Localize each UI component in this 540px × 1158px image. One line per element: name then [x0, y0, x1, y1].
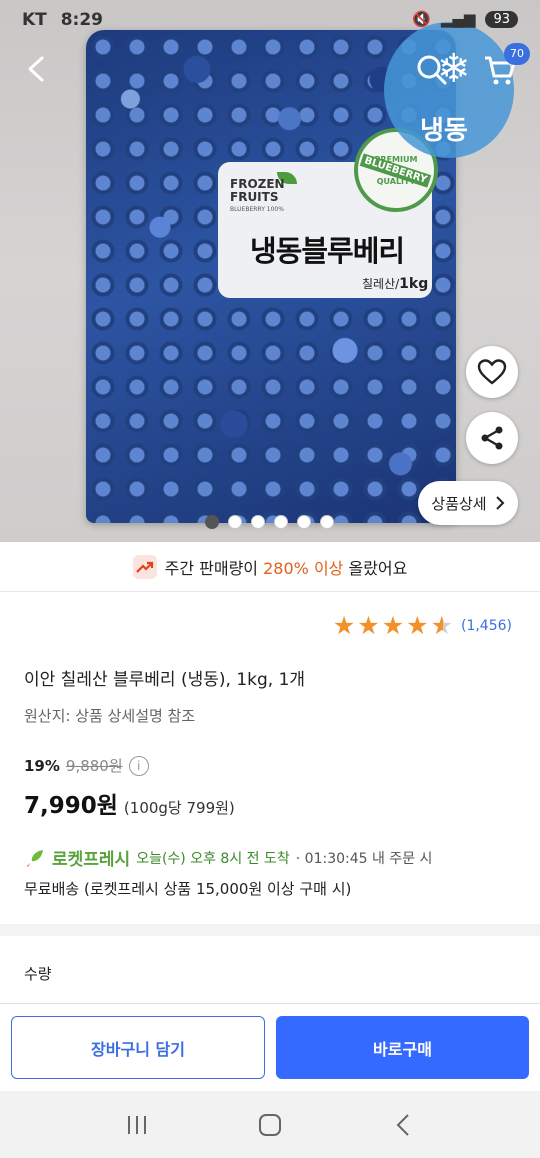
product-detail-label: 상품상세: [431, 494, 487, 513]
back-icon: [396, 1113, 410, 1136]
origin-info: 원산지: 상품 상세설명 참조: [24, 707, 196, 725]
section-divider: [0, 924, 540, 936]
signal-icon: ▂▄▆: [440, 10, 476, 28]
bag-origin: 칠레산/: [362, 277, 400, 291]
cart-count-badge: 70: [504, 43, 530, 65]
star-icon: ★: [406, 611, 429, 640]
buy-now-button[interactable]: 바로구매: [276, 1016, 529, 1079]
bag-product-name: 냉동블루베리: [250, 234, 405, 268]
status-right: 🔇 ▂▄▆ 93: [412, 10, 518, 28]
wishlist-button[interactable]: [466, 346, 518, 398]
order-deadline: · 01:30:45 내 주문 시: [295, 850, 433, 867]
recent-apps-button[interactable]: [117, 1105, 157, 1145]
status-left: KT 8:29: [22, 10, 111, 30]
battery-indicator: 93: [485, 10, 518, 28]
rocket-fresh-brand: 로켓프레시: [52, 850, 131, 870]
delivery-row: 로켓프레시 오늘(수) 오후 8시 전 도착 · 01:30:45 내 주문 시: [24, 845, 432, 870]
carousel-dot[interactable]: [228, 515, 242, 529]
carousel-dot[interactable]: [274, 515, 288, 529]
carrier-label: KT: [22, 10, 47, 30]
trending-up-icon: [132, 554, 157, 579]
back-button[interactable]: [383, 1105, 423, 1145]
bag-weight: 1kg: [399, 276, 429, 292]
price-row: 7,990원 (100g당 799원): [24, 786, 235, 820]
discount-rate: 19%: [24, 756, 60, 775]
product-image-carousel[interactable]: KT 8:29 🔇 ▂▄▆ 93 FROZEN FRUITS BLUEBERRY…: [0, 0, 540, 542]
original-price: 9,880원: [65, 757, 123, 775]
share-button[interactable]: [466, 412, 518, 464]
rocket-icon: [27, 849, 43, 867]
home-icon: [258, 1113, 281, 1136]
product-title: 이안 칠레산 블루베리 (냉동), 1kg, 1개: [24, 670, 306, 690]
star-icon: ★: [381, 611, 405, 640]
bag-brand-text: FROZEN FRUITS: [230, 177, 285, 204]
carousel-dot[interactable]: [251, 515, 265, 529]
status-bar: KT 8:29 🔇 ▂▄▆ 93: [0, 0, 540, 46]
sales-prefix: 주간 판매량이: [164, 558, 264, 578]
arrival-time: 오늘(수) 오후 8시 전 도착: [136, 850, 290, 867]
carousel-dot[interactable]: [320, 515, 334, 529]
quantity-label: 수량: [24, 965, 52, 983]
frozen-badge-label: 냉동: [420, 116, 468, 146]
half-star-icon: ★: [430, 611, 453, 640]
sales-suffix: 올랐어요: [343, 558, 408, 578]
add-to-cart-button[interactable]: 장바구니 담기: [11, 1016, 265, 1079]
share-icon: [481, 426, 503, 450]
sales-text: 주간 판매량이 280% 이상 올랐어요: [165, 555, 408, 579]
heart-icon: [477, 359, 507, 385]
unit-price: (100g당 799원): [123, 799, 235, 817]
shipping-info: 무료배송 (로켓프레시 상품 15,000원 이상 구매 시): [24, 880, 352, 898]
sales-trend-banner: 주간 판매량이 280% 이상 올랐어요: [0, 542, 540, 592]
bag-sub-text: BLUEBERRY 100%: [230, 206, 284, 213]
review-count[interactable]: (1,456): [461, 618, 512, 634]
recent-apps-icon: [127, 1115, 146, 1134]
search-icon[interactable]: [414, 52, 450, 88]
carousel-dot[interactable]: [297, 515, 311, 529]
sale-price: 7,990원: [24, 793, 118, 819]
clock: 8:29: [60, 10, 103, 30]
product-detail-screen: KT 8:29 🔇 ▂▄▆ 93 FROZEN FRUITS BLUEBERRY…: [0, 0, 540, 1158]
system-nav-bar: [0, 1091, 540, 1158]
home-button[interactable]: [250, 1105, 290, 1145]
product-detail-button[interactable]: 상품상세: [418, 481, 518, 525]
discount-row: 19% 9,880원 i: [24, 755, 149, 776]
bag-origin-weight: 칠레산/1kg: [362, 275, 428, 292]
star-icon: ★: [332, 611, 356, 640]
carousel-indicator[interactable]: [205, 515, 334, 529]
mute-icon: 🔇: [412, 10, 431, 28]
carousel-dot[interactable]: [205, 515, 219, 529]
chevron-right-icon: [495, 496, 505, 510]
back-arrow-icon[interactable]: [20, 52, 54, 86]
rating-summary[interactable]: ★ ★ ★ ★ ★ (1,456): [333, 612, 512, 640]
info-icon[interactable]: i: [128, 755, 149, 776]
star-icon: ★: [357, 611, 380, 640]
sales-highlight: 280% 이상: [263, 558, 344, 578]
